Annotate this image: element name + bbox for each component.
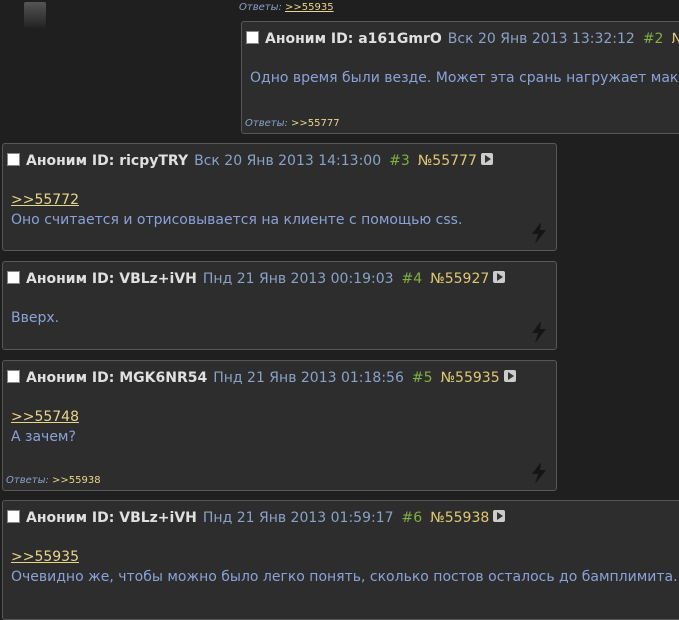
lightning-icon[interactable] — [530, 321, 548, 343]
post-header: Аноним ID: ricpyTRY Вск 20 Янв 2013 14:13… — [7, 152, 493, 170]
post-number[interactable]: #6 — [402, 510, 423, 526]
post-id-link[interactable]: №55935 — [441, 370, 500, 386]
poster-name: Аноним ID: a161GmrO — [265, 31, 442, 47]
post-number[interactable]: #3 — [389, 153, 410, 169]
previous-post-text — [52, 2, 222, 24]
post-text: Очевидно же, чтобы можно было легко поня… — [11, 569, 678, 585]
quote-link[interactable]: >>55935 — [11, 549, 79, 565]
post-2: Аноним ID: a161GmrO Вск 20 Янв 2013 13:32… — [241, 21, 679, 134]
quote-link[interactable]: >>55748 — [11, 409, 79, 425]
post-replies: Ответы: >>55938 — [6, 475, 101, 486]
post-date: Пнд 21 Янв 2013 01:18:56 — [213, 370, 404, 386]
replies-label: Ответы: — [239, 2, 282, 13]
post-checkbox[interactable] — [7, 510, 20, 523]
expand-icon[interactable] — [503, 370, 516, 382]
expand-icon[interactable] — [493, 271, 506, 283]
post-content: >>55748 А зачем? — [11, 407, 79, 447]
post-checkbox[interactable] — [7, 271, 20, 284]
post-number[interactable]: #5 — [412, 370, 433, 386]
post-content: >>55935 Очевидно же, чтобы можно было ле… — [11, 547, 678, 587]
poster-name: Аноним ID: ricpyTRY — [26, 153, 189, 169]
post-header: Аноним ID: VBLz+iVH Пнд 21 Янв 2013 01:59… — [7, 509, 506, 527]
post-header: Аноним ID: a161GmrO Вск 20 Янв 2013 13:32… — [246, 30, 679, 48]
reply-link[interactable]: >>55938 — [52, 475, 101, 486]
thumbnail-image[interactable] — [24, 2, 46, 28]
post-checkbox[interactable] — [7, 153, 20, 166]
post-replies: Ответы: >>55777 — [245, 118, 340, 129]
post-number[interactable]: #4 — [402, 271, 423, 287]
post-date: Вск 20 Янв 2013 14:13:00 — [194, 153, 382, 169]
post-text: Оно считается и отрисовывается на клиент… — [11, 212, 463, 228]
post-date: Вск 20 Янв 2013 13:32:12 — [447, 31, 635, 47]
post-checkbox[interactable] — [246, 31, 259, 44]
expand-icon[interactable] — [480, 153, 493, 165]
lightning-icon[interactable] — [530, 462, 548, 484]
reply-link[interactable]: >>55777 — [291, 118, 340, 129]
post-id-link[interactable]: № — [671, 31, 679, 47]
post-date: Пнд 21 Янв 2013 00:19:03 — [202, 271, 394, 287]
poster-name: Аноним ID: VBLz+iVH — [26, 510, 197, 526]
top-replies: Ответы: >>55935 — [239, 2, 334, 13]
replies-label: Ответы: — [245, 118, 288, 129]
post-content: >>55772 Оно считается и отрисовывается н… — [11, 190, 462, 230]
post-text: Вверх. — [11, 310, 60, 326]
post-id-link[interactable]: №55927 — [430, 271, 489, 287]
replies-label: Ответы: — [6, 475, 49, 486]
expand-icon[interactable] — [493, 510, 506, 522]
poster-name: Аноним ID: MGK6NR54 — [26, 370, 208, 386]
post-header: Аноним ID: MGK6NR54 Пнд 21 Янв 2013 01:18… — [7, 369, 516, 387]
lightning-icon[interactable] — [530, 222, 548, 244]
post-text: Одно время были везде. Может эта срань н… — [250, 70, 679, 86]
post-6: Аноним ID: VBLz+iVH Пнд 21 Янв 2013 01:59… — [2, 500, 679, 620]
post-date: Пнд 21 Янв 2013 01:59:17 — [202, 510, 394, 526]
post-checkbox[interactable] — [7, 370, 20, 383]
post-4: Аноним ID: VBLz+iVH Пнд 21 Янв 2013 00:19… — [2, 261, 557, 350]
poster-name: Аноним ID: VBLz+iVH — [26, 271, 197, 287]
post-3: Аноним ID: ricpyTRY Вск 20 Янв 2013 14:13… — [2, 143, 557, 251]
post-5: Аноним ID: MGK6NR54 Пнд 21 Янв 2013 01:18… — [2, 360, 557, 491]
post-header: Аноним ID: VBLz+iVH Пнд 21 Янв 2013 00:19… — [7, 270, 506, 288]
post-text: А зачем? — [11, 429, 76, 445]
post-id-link[interactable]: №55938 — [430, 510, 489, 526]
quote-link[interactable]: >>55772 — [11, 192, 79, 208]
post-number[interactable]: #2 — [643, 31, 664, 47]
reply-link[interactable]: >>55935 — [285, 2, 334, 13]
post-id-link[interactable]: №55777 — [418, 153, 477, 169]
